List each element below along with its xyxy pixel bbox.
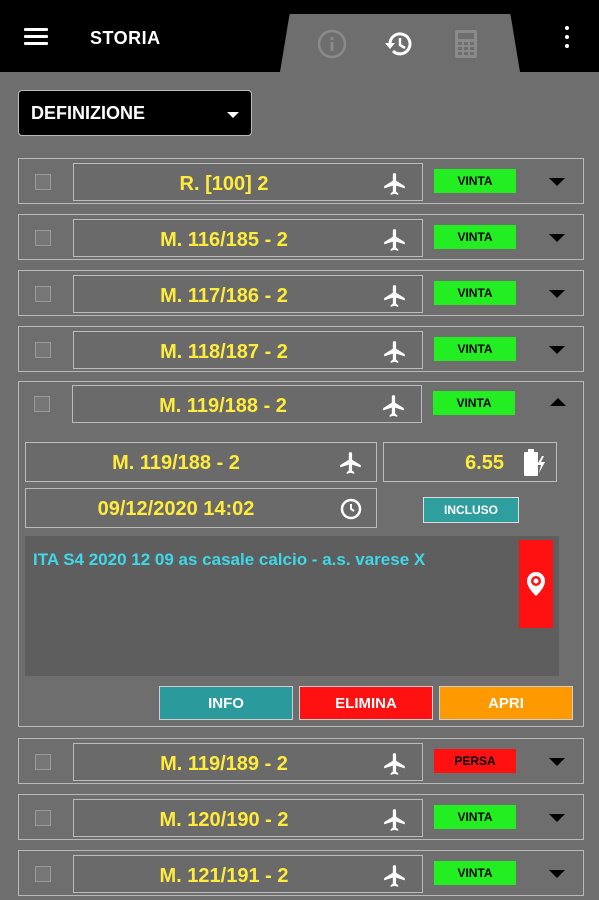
calculator-tab[interactable]: [446, 24, 486, 64]
plane-icon: [340, 452, 361, 474]
expand-chevron-icon[interactable]: [549, 290, 565, 298]
status-badge: VINTA: [434, 225, 516, 249]
bet-label: M. 118/187 - 2: [160, 341, 288, 363]
plane-icon: [384, 341, 405, 363]
bet-label: M. 117/186 - 2: [160, 285, 288, 307]
history-icon: [385, 32, 412, 56]
row-checkbox[interactable]: [35, 230, 51, 246]
detail-label: M. 119/188 - 2: [112, 452, 240, 474]
plane-icon: [384, 865, 405, 887]
odds-box: 6.55: [383, 442, 557, 482]
status-badge: VINTA: [433, 391, 515, 415]
bet-label: M. 119/189 - 2: [160, 753, 288, 775]
incluso-button[interactable]: INCLUSO: [423, 497, 519, 523]
status-badge: VINTA: [434, 281, 516, 305]
plane-icon: [383, 395, 404, 417]
history-tab[interactable]: [380, 24, 420, 64]
status-badge: VINTA: [434, 861, 516, 885]
plane-icon: [384, 285, 405, 307]
bet-label-box: M. 120/190 - 2: [73, 799, 423, 837]
filter-selected-value: DEFINIZIONE: [31, 103, 146, 123]
open-button[interactable]: APRI: [439, 686, 573, 720]
calculator-icon: [455, 30, 477, 58]
list-item[interactable]: M. 116/185 - 2 VINTA: [18, 214, 584, 260]
plane-icon: [384, 229, 405, 251]
plane-icon: [384, 809, 405, 831]
expand-chevron-icon[interactable]: [549, 814, 565, 822]
list-item[interactable]: R. [100] 2 VINTA: [18, 158, 584, 204]
expand-chevron-icon[interactable]: [549, 178, 565, 186]
status-badge: VINTA: [434, 805, 516, 829]
top-app-bar: STORIA: [0, 0, 599, 72]
bet-label-box: M. 119/189 - 2: [73, 743, 423, 781]
collapse-chevron-icon[interactable]: [550, 398, 566, 406]
hamburger-menu-icon[interactable]: [24, 28, 48, 46]
delete-button[interactable]: ELIMINA: [299, 686, 433, 720]
list-item[interactable]: M. 118/187 - 2 VINTA: [18, 326, 584, 372]
expand-chevron-icon[interactable]: [549, 346, 565, 354]
bet-label-box: M. 117/186 - 2: [73, 275, 423, 313]
bet-datetime: 09/12/2020 14:02: [97, 498, 255, 520]
list-item[interactable]: M. 119/189 - 2 PERSA: [18, 738, 584, 784]
bet-label-box: M. 121/191 - 2: [73, 855, 423, 893]
row-checkbox[interactable]: [34, 396, 50, 412]
bet-label-box: M. 116/185 - 2: [73, 219, 423, 257]
info-tab[interactable]: [312, 24, 352, 64]
page-title: STORIA: [90, 28, 161, 48]
more-options-icon[interactable]: [563, 26, 571, 48]
odds-value: 6.55: [465, 452, 504, 474]
location-pin-icon: [527, 572, 545, 596]
filter-dropdown[interactable]: DEFINIZIONE: [18, 90, 252, 136]
row-checkbox[interactable]: [35, 866, 51, 882]
expanded-item-header[interactable]: M. 119/188 - 2 VINTA: [18, 381, 584, 427]
battery-charging-icon: [524, 449, 545, 476]
active-tab-indicator: [368, 78, 432, 80]
row-checkbox[interactable]: [35, 286, 51, 302]
tab-bar: [280, 14, 520, 72]
info-button[interactable]: INFO: [159, 686, 293, 720]
list-item[interactable]: M. 117/186 - 2 VINTA: [18, 270, 584, 316]
row-checkbox[interactable]: [35, 174, 51, 190]
expanded-list-item: M. 119/188 - 2 VINTA M. 119/188 - 2 6.55…: [18, 381, 584, 727]
bet-label-box: R. [100] 2: [73, 163, 423, 201]
expand-chevron-icon[interactable]: [549, 758, 565, 766]
dropdown-caret-icon: [227, 112, 239, 118]
bet-label: R. [100] 2: [179, 173, 269, 195]
expand-chevron-icon[interactable]: [549, 870, 565, 878]
bet-label: M. 116/185 - 2: [160, 229, 288, 251]
info-icon: [317, 29, 347, 59]
event-description: ITA S4 2020 12 09 as casale calcio - a.s…: [33, 550, 426, 569]
row-checkbox[interactable]: [35, 342, 51, 358]
status-badge: PERSA: [434, 749, 516, 773]
detail-label-box: M. 119/188 - 2: [25, 442, 377, 482]
status-badge: VINTA: [434, 337, 516, 361]
expand-chevron-icon[interactable]: [549, 234, 565, 242]
status-badge: VINTA: [434, 169, 516, 193]
list-item[interactable]: M. 121/191 - 2 VINTA: [18, 850, 584, 896]
location-pin-button[interactable]: [519, 540, 553, 628]
bet-label: M. 119/188 - 2: [159, 395, 287, 417]
bet-label: M. 120/190 - 2: [159, 809, 289, 831]
plane-icon: [384, 753, 405, 775]
clock-icon: [340, 498, 362, 520]
list-item[interactable]: M. 120/190 - 2 VINTA: [18, 794, 584, 840]
row-checkbox[interactable]: [35, 810, 51, 826]
bet-label-box: M. 118/187 - 2: [73, 331, 423, 369]
plane-icon: [384, 173, 405, 195]
row-checkbox[interactable]: [35, 754, 51, 770]
bet-label: M. 121/191 - 2: [159, 865, 289, 887]
event-description-box: ITA S4 2020 12 09 as casale calcio - a.s…: [25, 536, 559, 676]
datetime-box: 09/12/2020 14:02: [25, 488, 377, 528]
bet-label-box: M. 119/188 - 2: [72, 385, 422, 423]
